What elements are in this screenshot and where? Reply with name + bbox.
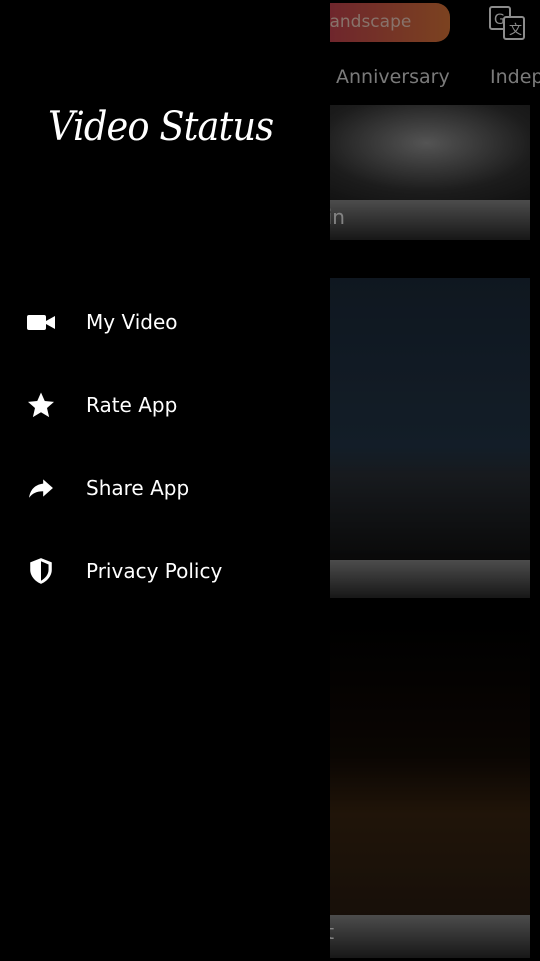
video-caption: l	[300, 560, 530, 598]
menu-item-share-app[interactable]: Share App	[0, 463, 330, 513]
star-icon	[25, 389, 57, 421]
translate-icon[interactable]: G文	[488, 5, 526, 41]
video-caption: hin	[300, 200, 530, 240]
video-card[interactable]: at	[300, 625, 530, 958]
menu-item-label: My Video	[86, 310, 178, 334]
menu-item-label: Share App	[86, 476, 190, 500]
shield-icon	[25, 555, 57, 587]
app-logo-title: Video Status	[48, 104, 274, 150]
video-thumbnail	[300, 625, 530, 915]
menu-item-rate-app[interactable]: Rate App	[0, 380, 330, 430]
video-camera-icon	[25, 306, 57, 338]
video-card[interactable]: l	[300, 278, 530, 598]
navigation-drawer: Video Status My Video Rate App Share App…	[0, 0, 330, 961]
tab-anniversary[interactable]: Anniversary	[336, 66, 450, 88]
menu-item-my-video[interactable]: My Video	[0, 297, 330, 347]
video-thumbnail	[300, 278, 530, 560]
menu-item-label: Privacy Policy	[86, 559, 223, 583]
video-thumbnail	[300, 105, 530, 200]
video-caption: at	[300, 915, 530, 958]
share-icon	[25, 472, 57, 504]
video-card[interactable]: hin	[300, 105, 530, 240]
svg-text:文: 文	[509, 23, 522, 38]
menu-item-label: Rate App	[86, 393, 178, 417]
tab-independence[interactable]: Indep	[490, 66, 540, 88]
menu-item-privacy-policy[interactable]: Privacy Policy	[0, 546, 330, 596]
